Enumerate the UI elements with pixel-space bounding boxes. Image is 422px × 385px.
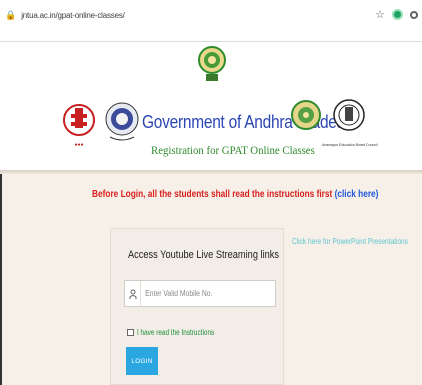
instructions-checkbox-label[interactable]: I have read the Instructions xyxy=(137,328,214,337)
powerpoint-link[interactable]: Click here for PowerPoint Presentations xyxy=(292,237,408,246)
url-field[interactable]: 🔒 jntua.ac.in/gpat-online-classes/ xyxy=(5,6,125,24)
council-emblem-logo xyxy=(333,99,365,131)
login-button[interactable]: LOGIN xyxy=(126,347,158,375)
jntua-logo xyxy=(105,102,139,141)
university-crest-logo: ●●● xyxy=(63,104,95,148)
ap-emblem-logo xyxy=(198,46,226,81)
svg-text:●●●: ●●● xyxy=(74,142,83,148)
instructions-checkbox-row[interactable]: I have read the Instructions xyxy=(127,328,234,337)
instructions-notice: Before Login, all the students shall rea… xyxy=(92,189,378,200)
notice-text: Before Login, all the students shall rea… xyxy=(92,189,333,200)
instructions-checkbox[interactable] xyxy=(127,329,134,336)
mobile-number-field[interactable] xyxy=(124,280,276,307)
bookmark-star-icon[interactable]: ☆ xyxy=(375,8,385,21)
mobile-number-input[interactable] xyxy=(141,289,252,298)
profile-icon[interactable] xyxy=(410,10,418,19)
left-edge xyxy=(0,174,2,385)
browser-toolbar-icons: ☆ xyxy=(375,8,418,21)
login-card-title: Access Youtube Live Streaming links xyxy=(128,249,280,261)
state-seal-logo xyxy=(291,100,321,130)
browser-address-bar: 🔒 jntua.ac.in/gpat-online-classes/ ☆ xyxy=(0,0,422,42)
user-icon xyxy=(125,281,141,306)
extension-icon[interactable] xyxy=(392,9,403,20)
notice-link-close: ) xyxy=(375,189,379,200)
instructions-link[interactable]: click here xyxy=(337,189,375,200)
logo-caption: Anantapur Education Board Council xyxy=(322,143,378,147)
url-text[interactable]: jntua.ac.in/gpat-online-classes/ xyxy=(21,11,125,20)
lock-icon: 🔒 xyxy=(5,9,17,20)
